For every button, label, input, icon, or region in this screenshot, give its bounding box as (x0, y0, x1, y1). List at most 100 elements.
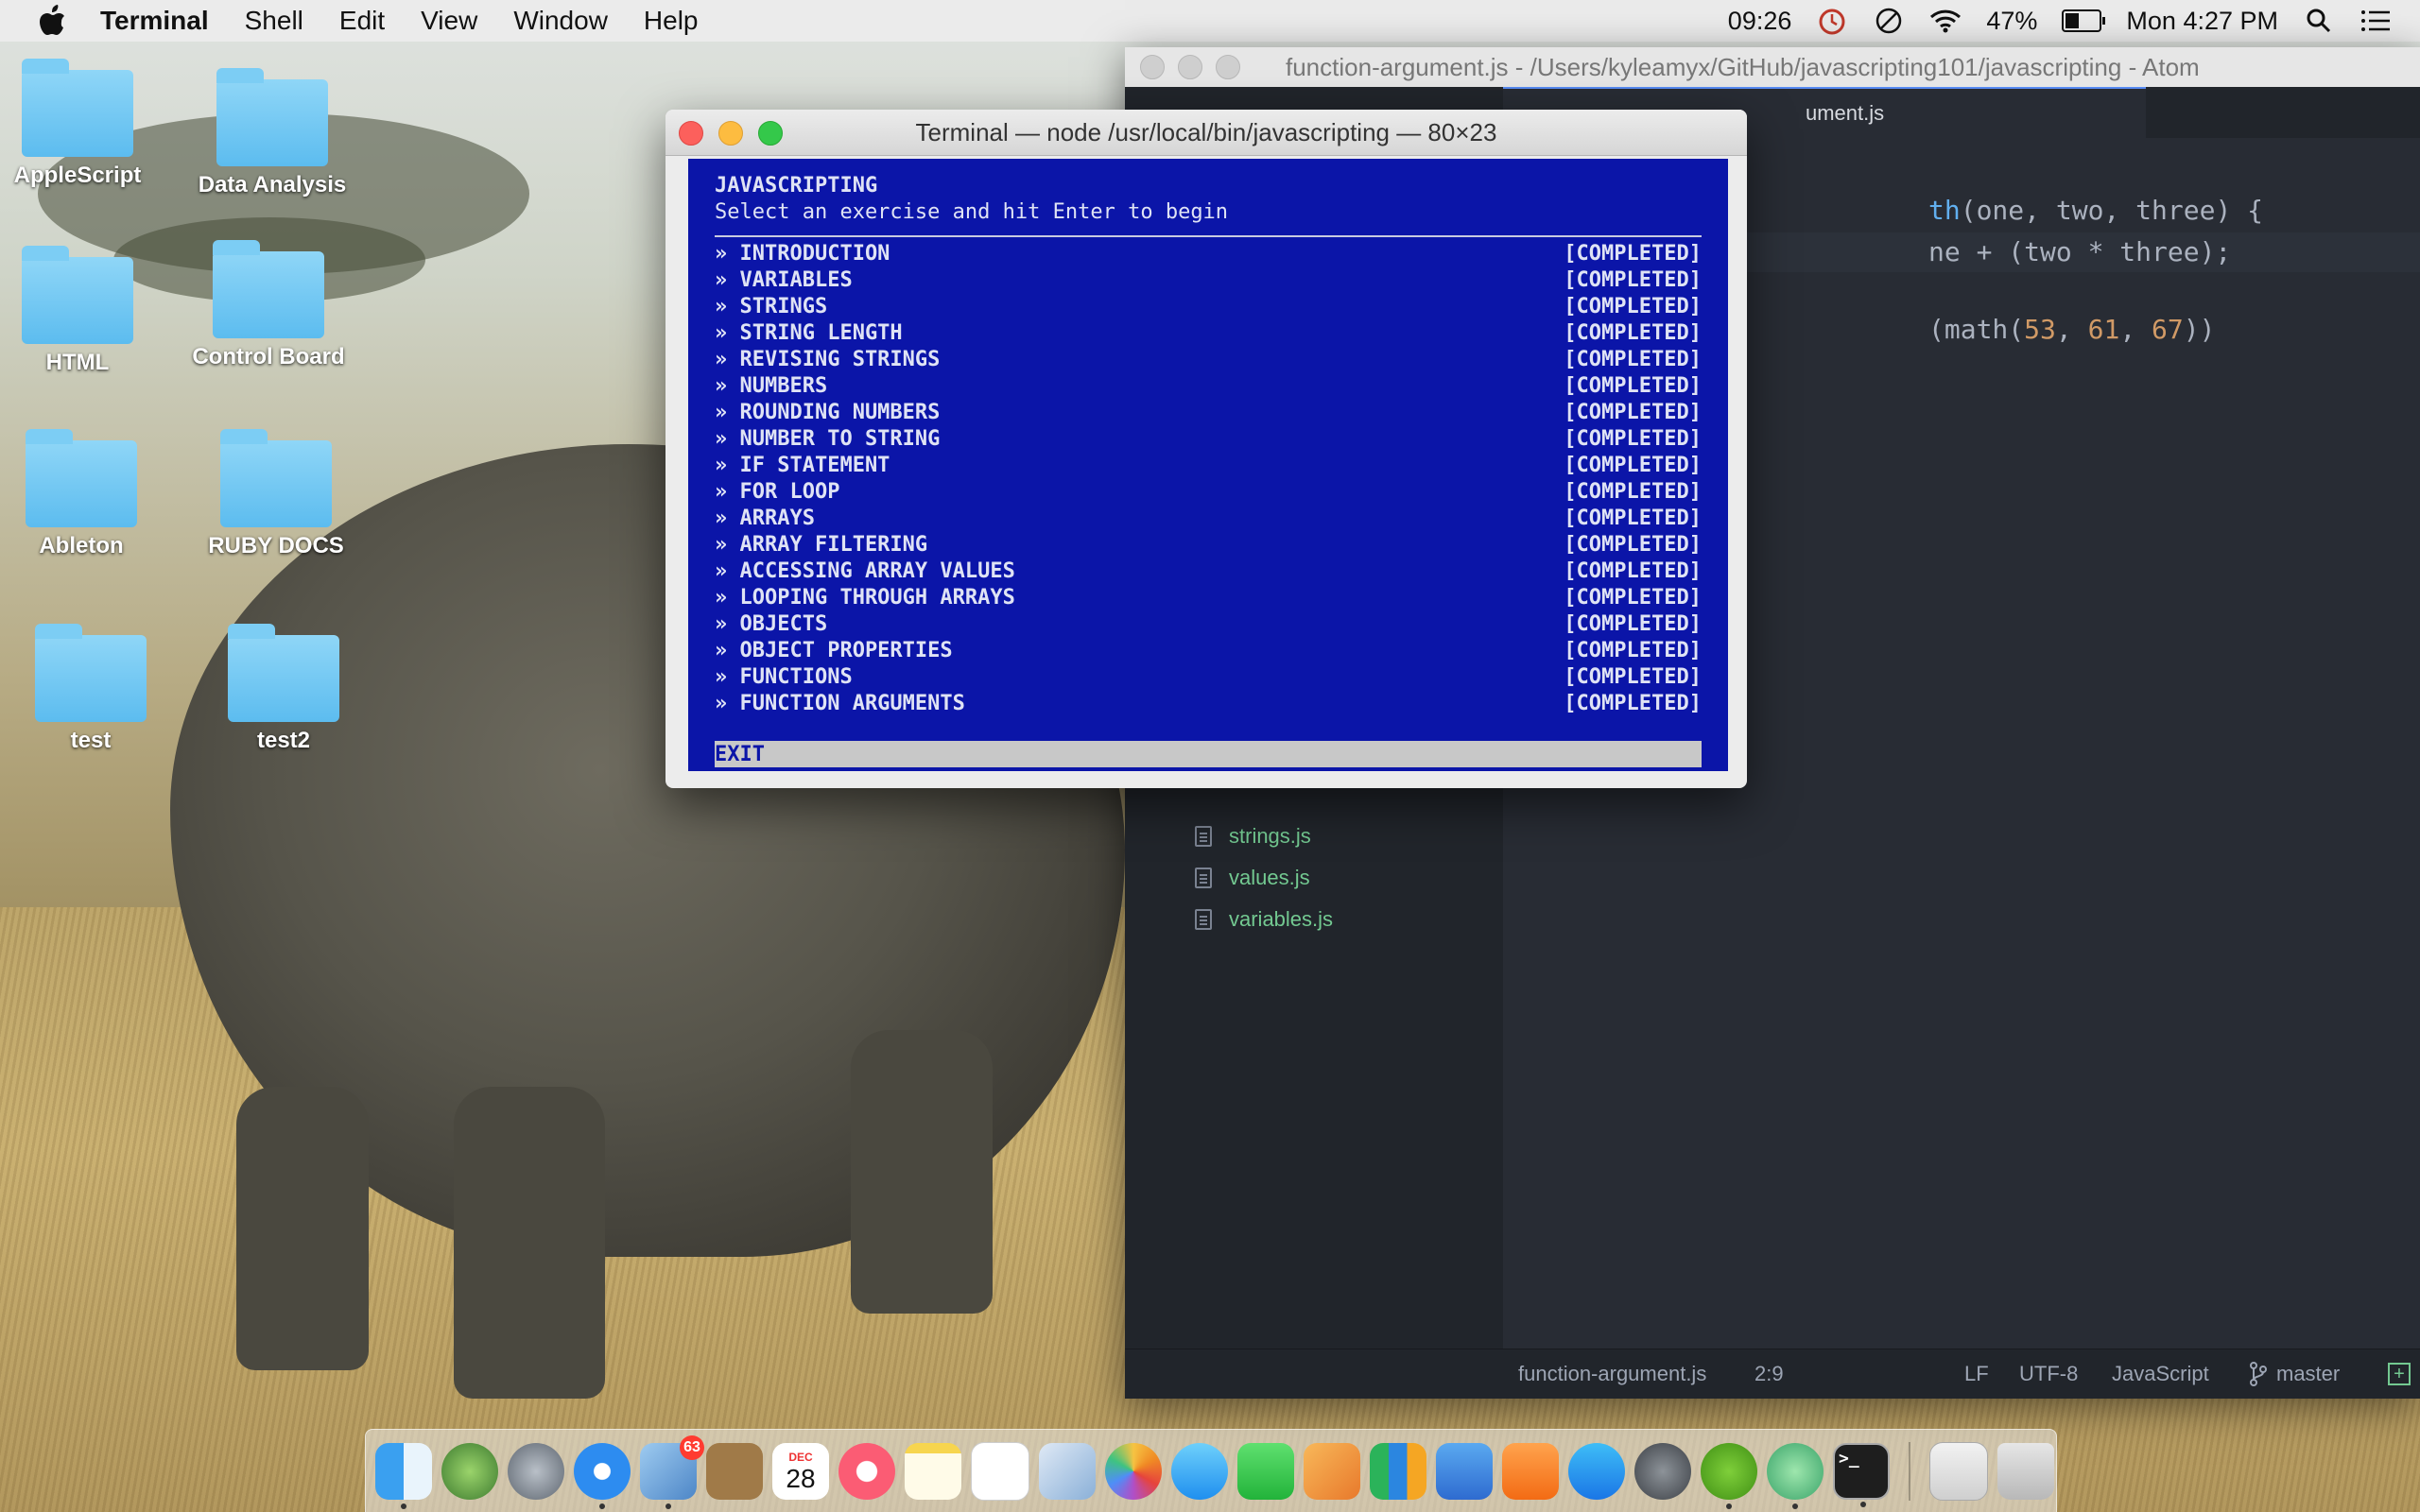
calendar-icon[interactable]: DEC 28 (772, 1442, 829, 1500)
desktop-folder-ableton[interactable]: Ableton (0, 429, 176, 559)
contacts-icon[interactable] (706, 1442, 763, 1500)
exercise-item[interactable]: » ARRAYS [COMPLETED] (715, 505, 1702, 531)
zoom-button[interactable] (1216, 55, 1240, 79)
battery-icon[interactable] (2062, 9, 2106, 32)
exercise-name: » FUNCTIONS (715, 664, 853, 689)
globe-app-icon[interactable] (441, 1442, 498, 1500)
documents-stack-icon[interactable] (1929, 1441, 1988, 1501)
status-line-ending[interactable]: LF (1964, 1362, 1989, 1386)
tree-file-strings[interactable]: strings.js (1195, 824, 1311, 849)
exercise-item[interactable]: » NUMBER TO STRING [COMPLETED] (715, 425, 1702, 452)
terminal-content[interactable]: JAVASCRIPTING Select an exercise and hit… (688, 159, 1728, 771)
exit-menu-item[interactable]: EXIT (715, 741, 1702, 767)
photos-icon[interactable] (1105, 1442, 1162, 1500)
atom-window-controls (1140, 55, 1240, 79)
exercise-item[interactable]: » INTRODUCTION [COMPLETED] (715, 240, 1702, 266)
menu-view[interactable]: View (421, 6, 477, 36)
terminal-app-icon[interactable]: >_ (1833, 1442, 1890, 1507)
exercise-item[interactable]: » REVISING STRINGS [COMPLETED] (715, 346, 1702, 372)
desktop-folder-html[interactable]: HTML (0, 246, 172, 376)
git-add-icon[interactable]: + (2388, 1363, 2411, 1385)
wifi-icon[interactable] (1929, 5, 1962, 37)
numbers-icon[interactable] (1370, 1442, 1426, 1500)
desktop-folder-control-board[interactable]: Control Board (174, 240, 363, 370)
finder-icon[interactable] (375, 1442, 432, 1509)
tree-file-variables[interactable]: variables.js (1195, 907, 1333, 932)
atom-titlebar[interactable]: function-argument.js - /Users/kyleamyx/G… (1125, 47, 2420, 87)
exercise-item[interactable]: » OBJECT PROPERTIES [COMPLETED] (715, 637, 1702, 663)
tree-file-values[interactable]: values.js (1195, 866, 1310, 890)
status-cursor-position[interactable]: 2:9 (1754, 1362, 1784, 1386)
exercise-status: [COMPLETED] (1564, 241, 1702, 266)
exercise-item[interactable]: » FUNCTIONS [COMPLETED] (715, 663, 1702, 690)
timer-readout[interactable]: 09:26 (1728, 7, 1792, 36)
terminal-window-title: Terminal — node /usr/local/bin/javascrip… (915, 117, 1497, 146)
desktop-folder-ruby-docs[interactable]: RUBY DOCS (182, 429, 371, 559)
desktop-folder-test[interactable]: test (0, 624, 185, 754)
apple-menu-icon[interactable] (34, 0, 72, 42)
menu-shell[interactable]: Shell (245, 6, 303, 36)
facetime-icon[interactable] (1237, 1442, 1294, 1500)
desktop-folder-test2[interactable]: test2 (189, 624, 378, 754)
close-button[interactable] (679, 121, 703, 146)
exercise-item[interactable]: » OBJECTS [COMPLETED] (715, 610, 1702, 637)
exercise-item[interactable]: » ARRAY FILTERING [COMPLETED] (715, 531, 1702, 558)
exercise-item[interactable]: » IF STATEMENT [COMPLETED] (715, 452, 1702, 478)
menu-edit[interactable]: Edit (339, 6, 385, 36)
safari-icon[interactable] (574, 1442, 631, 1509)
terminal-titlebar[interactable]: Terminal — node /usr/local/bin/javascrip… (666, 110, 1747, 156)
terminal-window-controls (679, 121, 783, 146)
menu-help[interactable]: Help (644, 6, 699, 36)
tomato-timer-icon[interactable] (1816, 5, 1848, 37)
clock[interactable]: Mon 4:27 PM (2126, 7, 2278, 36)
minimize-button[interactable] (1178, 55, 1202, 79)
menu-app-terminal[interactable]: Terminal (100, 6, 209, 36)
app-store-icon[interactable] (1568, 1442, 1625, 1500)
mail-icon[interactable]: 63 (640, 1435, 704, 1509)
status-file-path[interactable]: function-argument.js (1518, 1362, 1706, 1386)
desktop-folder-data-analysis[interactable]: Data Analysis (178, 68, 367, 198)
elephant-leg (236, 1087, 369, 1370)
exercise-item[interactable]: » STRING LENGTH [COMPLETED] (715, 319, 1702, 346)
notification-center-icon[interactable] (2360, 5, 2392, 37)
exercise-item[interactable]: » ACCESSING ARRAY VALUES [COMPLETED] (715, 558, 1702, 584)
exercise-item[interactable]: » FOR LOOP [COMPLETED] (715, 478, 1702, 505)
spotlight-search-icon[interactable] (2303, 5, 2335, 37)
menu-bar: Terminal Shell Edit View Window Help 09:… (0, 0, 2420, 42)
exercise-item[interactable]: » NUMBERS [COMPLETED] (715, 372, 1702, 399)
exercise-name: » NUMBERS (715, 373, 828, 398)
exercise-item[interactable]: » LOOPING THROUGH ARRAYS [COMPLETED] (715, 584, 1702, 610)
elephant-leg (454, 1087, 605, 1399)
trash-icon[interactable] (1997, 1442, 2054, 1500)
exercise-status: [COMPLETED] (1564, 426, 1702, 451)
launchpad-icon[interactable] (508, 1442, 564, 1500)
exercise-status: [COMPLETED] (1564, 506, 1702, 530)
atom-app-icon[interactable] (1767, 1442, 1824, 1509)
ibooks-icon[interactable] (1502, 1442, 1559, 1500)
music-icon[interactable] (838, 1442, 895, 1500)
notes-icon[interactable] (905, 1442, 961, 1500)
menu-window[interactable]: Window (513, 6, 608, 36)
close-button[interactable] (1140, 55, 1165, 79)
atom-status-bar: function-argument.js 2:9 LF UTF-8 JavaSc… (1125, 1349, 2420, 1399)
tree-file-label: values.js (1229, 866, 1310, 889)
utorrent-icon[interactable] (1701, 1442, 1757, 1509)
desktop-folder-applescript[interactable]: AppleScript (0, 59, 172, 189)
system-preferences-icon[interactable] (1634, 1442, 1691, 1500)
exercise-item[interactable]: » ROUNDING NUMBERS [COMPLETED] (715, 399, 1702, 425)
do-not-disturb-icon[interactable] (1873, 5, 1905, 37)
exercise-item[interactable]: » STRINGS [COMPLETED] (715, 293, 1702, 319)
battery-percent[interactable]: 47% (1986, 7, 2037, 36)
preview-icon[interactable] (1039, 1442, 1096, 1500)
messages-icon[interactable] (1171, 1442, 1228, 1500)
status-grammar[interactable]: JavaScript (2112, 1362, 2209, 1386)
pages-icon[interactable] (1304, 1442, 1360, 1500)
exercise-item[interactable]: » VARIABLES [COMPLETED] (715, 266, 1702, 293)
keynote-icon[interactable] (1436, 1442, 1493, 1500)
zoom-button[interactable] (758, 121, 783, 146)
status-git-branch[interactable]: master (2250, 1362, 2340, 1386)
status-encoding[interactable]: UTF-8 (2019, 1362, 2078, 1386)
minimize-button[interactable] (718, 121, 743, 146)
reminders-icon[interactable] (971, 1441, 1029, 1501)
exercise-item[interactable]: » FUNCTION ARGUMENTS [COMPLETED] (715, 690, 1702, 716)
